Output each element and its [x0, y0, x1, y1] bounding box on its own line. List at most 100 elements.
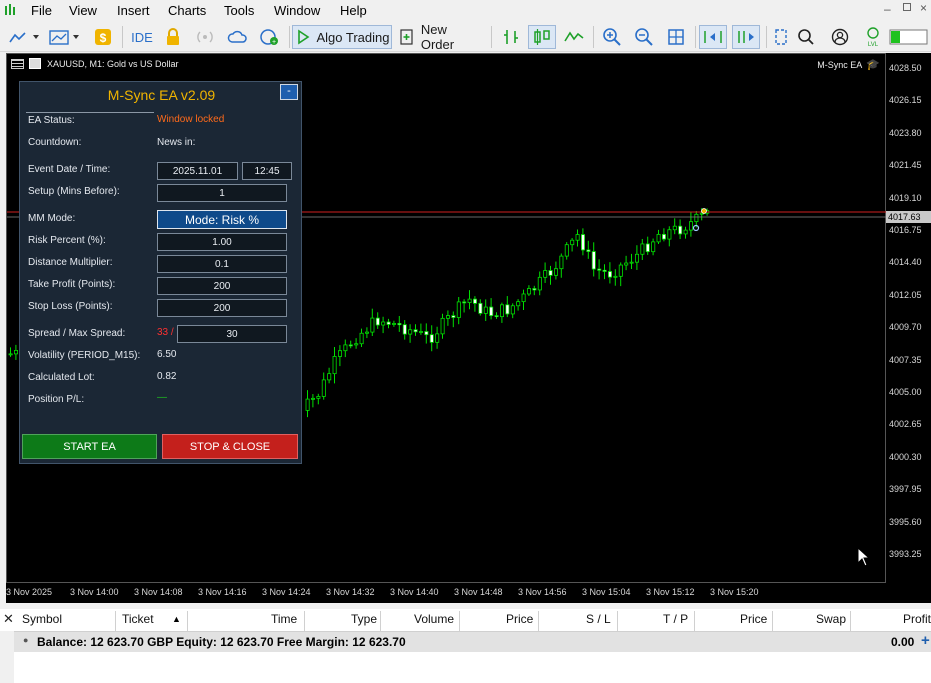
tile-windows-icon[interactable] — [664, 25, 688, 49]
lock-icon[interactable] — [163, 25, 183, 49]
position-pl-label: Position P/L: — [28, 394, 85, 405]
menu-window[interactable]: Window — [274, 3, 320, 18]
candle-body — [370, 317, 375, 333]
bar-chart-icon[interactable] — [499, 25, 523, 49]
menu-view[interactable]: View — [69, 3, 97, 18]
col-time[interactable]: Time — [271, 612, 297, 626]
balance-row[interactable]: ● Balance: 12 623.70 GBP Equity: 12 623.… — [14, 632, 931, 652]
ea-panel: M-Sync EA v2.09 - EA Status: Window lock… — [19, 81, 302, 464]
calculated-lot-label: Calculated Lot: — [28, 372, 95, 383]
candle-body — [662, 233, 667, 240]
ea-cap-icon[interactable]: 🎓 — [866, 58, 880, 71]
cloud-icon[interactable] — [226, 25, 250, 49]
candle-body — [581, 234, 586, 251]
svg-text:+: + — [272, 39, 276, 46]
menu-insert[interactable]: Insert — [117, 3, 150, 18]
menu-charts[interactable]: Charts — [168, 3, 206, 18]
col-type[interactable]: Type — [351, 612, 377, 626]
stop-loss-label: Stop Loss (Points): — [28, 301, 113, 312]
candle-body — [570, 239, 575, 246]
candle-body — [575, 234, 580, 241]
event-time-field[interactable]: 12:45 — [242, 162, 292, 180]
minimize-panel-button[interactable]: - — [280, 84, 298, 100]
minimize-window-icon[interactable]: – — [884, 2, 891, 16]
col-take-profit[interactable]: T / P — [663, 612, 688, 626]
ide-button[interactable]: IDE — [128, 25, 156, 49]
chart-shift-icon[interactable] — [732, 25, 760, 49]
price-axis[interactable]: 4028.50 4026.15 4023.80 4021.45 4019.10 4016.… — [886, 53, 931, 583]
mm-mode-button[interactable]: Mode: Risk % — [157, 210, 287, 229]
spread-current-value: 33 / — [157, 327, 174, 338]
candle-body — [354, 343, 359, 346]
signal-icon[interactable] — [193, 25, 217, 49]
menu-file[interactable]: File — [31, 3, 52, 18]
chart-type-button[interactable] — [8, 25, 42, 49]
volatility-value: 6.50 — [157, 349, 177, 360]
price-tick-label: 4016.75 — [889, 225, 922, 235]
algo-trading-button[interactable]: Algo Trading — [292, 25, 392, 49]
col-stop-loss[interactable]: S / L — [586, 612, 611, 626]
candle-body — [656, 233, 661, 243]
col-current-price[interactable]: Price — [740, 612, 767, 626]
menu-tools[interactable]: Tools — [224, 3, 254, 18]
candle-body — [337, 350, 342, 357]
candle-body — [564, 244, 569, 257]
col-profit[interactable]: Profit — [903, 612, 931, 626]
period-separator-icon[interactable] — [771, 25, 791, 49]
time-tick-label: 3 Nov 14:24 — [262, 587, 311, 597]
line-chart-icon[interactable] — [562, 25, 586, 49]
level-icon[interactable]: LVL — [862, 25, 884, 49]
chart-bars-icon[interactable] — [29, 58, 41, 69]
candle-body — [543, 270, 548, 278]
col-price[interactable]: Price — [506, 612, 533, 626]
risk-percent-field[interactable]: 1.00 — [157, 233, 287, 251]
close-toolbox-icon[interactable]: ✕ — [3, 611, 14, 627]
candlestick-icon[interactable] — [528, 25, 556, 49]
setup-mins-label: Setup (Mins Before): — [28, 186, 120, 197]
candle-body — [613, 275, 618, 278]
autoscroll-icon[interactable] — [699, 25, 727, 49]
candle-body — [310, 397, 315, 400]
close-window-icon[interactable]: × — [920, 1, 927, 15]
time-tick-label: 3 Nov 14:32 — [326, 587, 375, 597]
col-swap[interactable]: Swap — [816, 612, 846, 626]
candle-body — [694, 213, 699, 223]
search-icon[interactable] — [795, 25, 817, 49]
time-tick-label: 3 Nov 15:20 — [710, 587, 759, 597]
candle-body — [408, 329, 413, 335]
candle-body — [559, 255, 564, 270]
event-date-field[interactable]: 2025.11.01 — [157, 162, 238, 180]
candle-body — [499, 304, 504, 318]
stop-close-button[interactable]: STOP & CLOSE — [162, 434, 298, 459]
zoom-out-icon[interactable] — [632, 25, 656, 49]
col-symbol[interactable]: Symbol — [22, 612, 62, 626]
candle-body — [597, 268, 602, 271]
candle-body — [651, 241, 656, 253]
signal-strength-icon — [889, 25, 929, 49]
col-volume[interactable]: Volume — [414, 612, 454, 626]
take-profit-field[interactable]: 200 — [157, 277, 287, 295]
price-marker — [701, 208, 707, 214]
setup-mins-field[interactable]: 1 — [157, 184, 287, 202]
ea-status-value: Window locked — [157, 114, 225, 125]
stop-loss-field[interactable]: 200 — [157, 299, 287, 317]
distance-multiplier-field[interactable]: 0.1 — [157, 255, 287, 273]
time-axis[interactable]: 3 Nov 2025 3 Nov 14:00 3 Nov 14:08 3 Nov 14… — [6, 583, 931, 603]
candle-body — [402, 324, 407, 335]
restore-window-icon[interactable] — [903, 3, 911, 11]
start-ea-button[interactable]: START EA — [22, 434, 157, 459]
candle-body — [640, 243, 645, 255]
col-ticket[interactable]: Ticket — [122, 612, 154, 626]
candle-body — [494, 315, 499, 318]
max-spread-field[interactable]: 30 — [177, 325, 287, 343]
chart-list-icon[interactable] — [11, 58, 24, 69]
market-icon[interactable]: + — [258, 25, 282, 49]
zoom-in-icon[interactable] — [600, 25, 624, 49]
time-tick-label: 3 Nov 14:00 — [70, 587, 119, 597]
add-icon[interactable]: + — [921, 632, 930, 649]
indicators-button[interactable] — [48, 25, 82, 49]
dollar-icon[interactable]: $ — [93, 25, 113, 49]
menu-help[interactable]: Help — [340, 3, 367, 18]
account-icon[interactable] — [829, 25, 851, 49]
new-order-button[interactable]: New Order — [399, 22, 483, 52]
